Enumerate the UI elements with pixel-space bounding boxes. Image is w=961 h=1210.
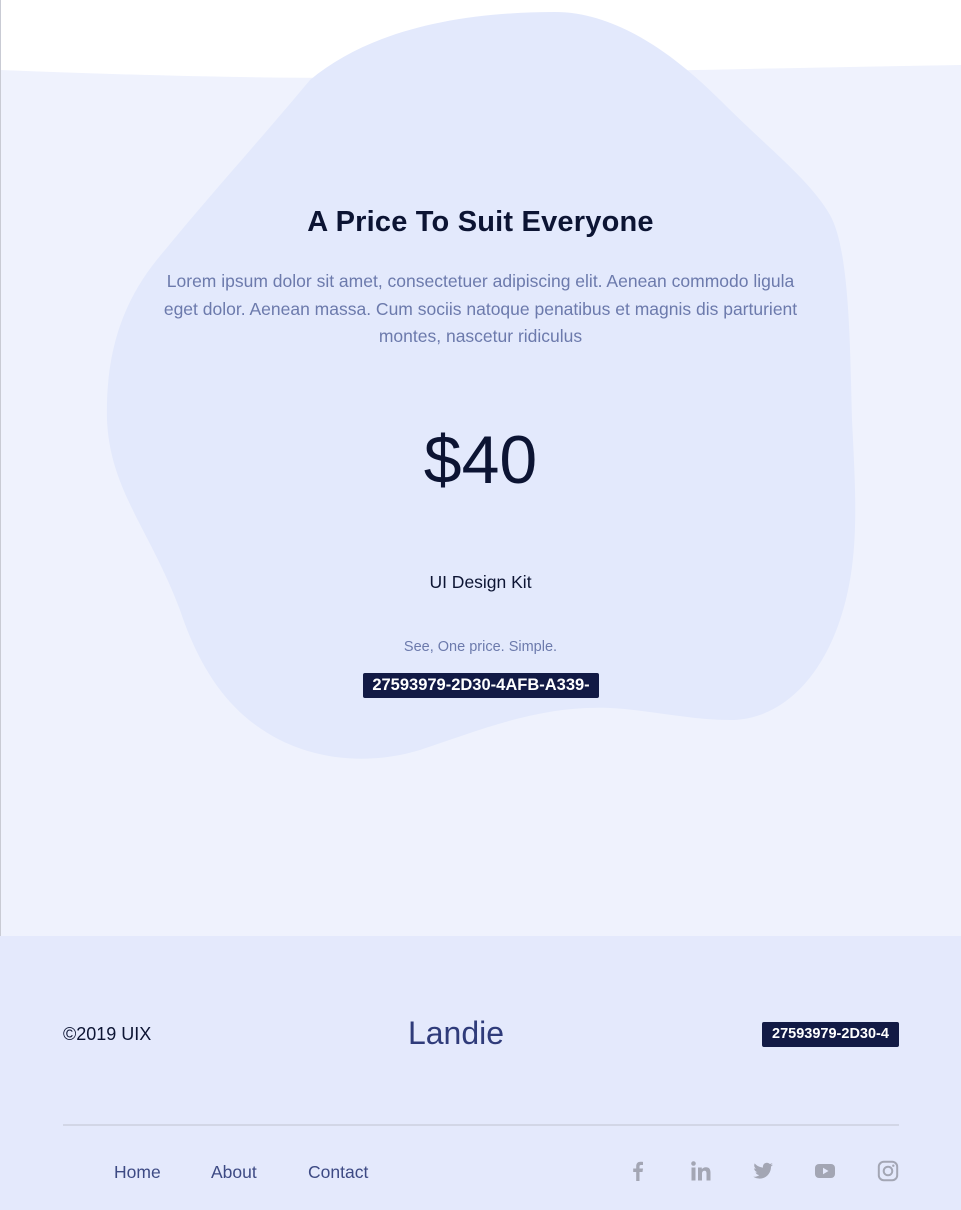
- nav-link-contact[interactable]: Contact: [308, 1162, 368, 1183]
- product-name: UI Design Kit: [429, 572, 532, 592]
- instagram-icon[interactable]: [877, 1160, 899, 1182]
- footer-divider: [63, 1124, 899, 1126]
- facebook-icon[interactable]: [627, 1160, 649, 1182]
- pricing-cta-button[interactable]: 27593979-2D30-4AFB-A339-: [363, 673, 599, 698]
- pricing-description: Lorem ipsum dolor sit amet, consectetuer…: [163, 271, 798, 346]
- copyright-text: ©2019 UIX: [63, 1024, 152, 1044]
- linkedin-icon[interactable]: [690, 1160, 712, 1182]
- footer-cta-button[interactable]: 27593979-2D30-4: [762, 1022, 899, 1047]
- price-tagline: See, One price. Simple.: [403, 639, 558, 655]
- price-value: $40: [423, 422, 538, 498]
- footer: ©2019 UIX Landie 27593979-2D30-4 Home Ab…: [0, 936, 961, 1210]
- pricing-section: A Price To Suit Everyone Lorem ipsum dol…: [0, 0, 961, 936]
- youtube-icon[interactable]: [814, 1160, 836, 1182]
- left-border-line: [0, 0, 1, 936]
- twitter-icon[interactable]: [752, 1160, 774, 1182]
- nav-link-home[interactable]: Home: [114, 1162, 161, 1183]
- nav-link-about[interactable]: About: [211, 1162, 257, 1183]
- page-title: A Price To Suit Everyone: [307, 206, 654, 238]
- brand-logo[interactable]: Landie: [356, 1015, 556, 1052]
